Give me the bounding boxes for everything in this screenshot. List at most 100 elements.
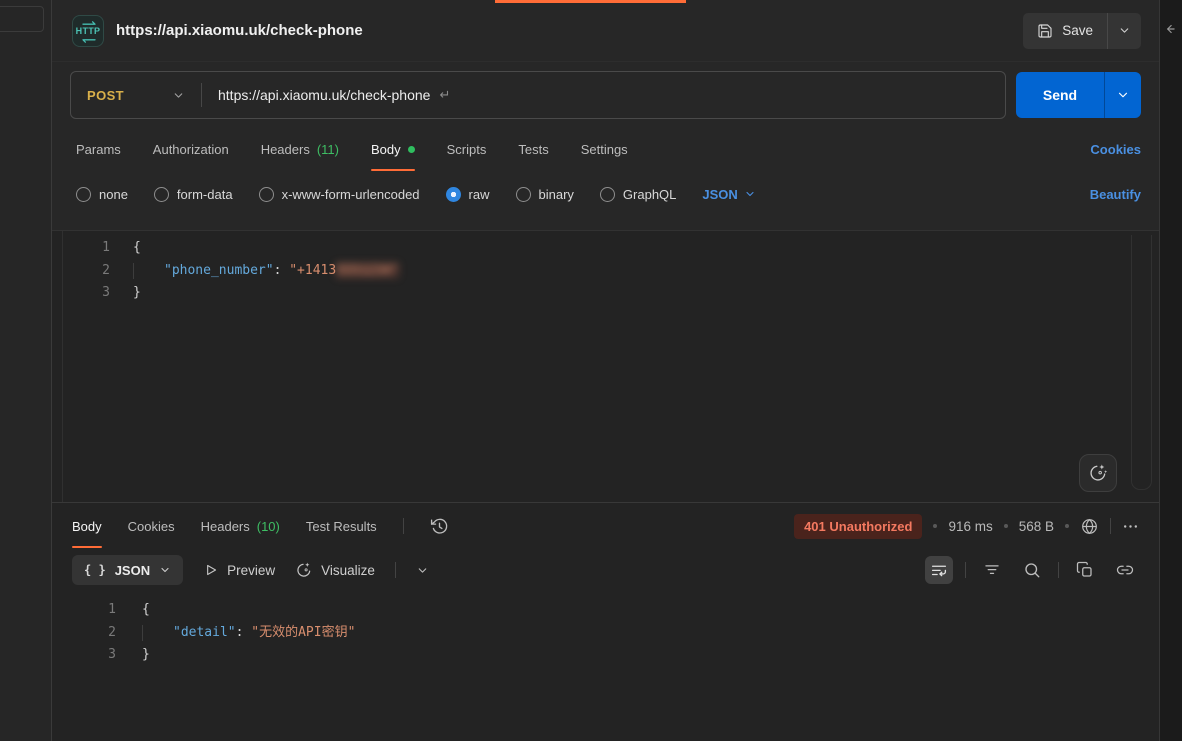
beautify-link[interactable]: Beautify [1090, 187, 1141, 202]
send-button[interactable]: Send [1016, 72, 1104, 118]
response-format-selector[interactable]: { } JSON [72, 555, 183, 585]
save-icon [1037, 23, 1053, 39]
radio-circle [154, 187, 169, 202]
line-number: 1 [52, 599, 116, 622]
play-outline-icon [203, 562, 219, 578]
postbot-sparkle-icon [1088, 463, 1108, 483]
url-box: POST https://api.xiaomu.uk/check-phone ↵ [70, 71, 1006, 119]
visualize-button[interactable]: Visualize [295, 561, 375, 579]
method-selector[interactable]: POST [71, 88, 201, 103]
copy-icon [1076, 561, 1094, 579]
chevron-down-icon [416, 564, 429, 577]
chevron-down-icon [1116, 88, 1130, 102]
response-toolbar: { } JSON Preview [52, 549, 1159, 591]
left-sidebar [0, 0, 52, 741]
copy-response-button[interactable] [1071, 556, 1099, 584]
response-size[interactable]: 568 B [1019, 519, 1054, 534]
line-number: 1 [52, 237, 110, 260]
divider [1110, 518, 1111, 534]
tab-label: Headers [201, 519, 250, 534]
response-tab-cookies[interactable]: Cookies [128, 503, 175, 549]
radio-circle [259, 187, 274, 202]
tab-headers[interactable]: Headers (11) [261, 126, 339, 172]
tab-scripts[interactable]: Scripts [447, 126, 487, 172]
save-options-button[interactable] [1107, 13, 1141, 49]
response-tab-headers[interactable]: Headers (10) [201, 503, 280, 549]
response-meta: 401 Unauthorized 916 ms 568 B [794, 514, 1139, 539]
share-link-button[interactable] [1111, 556, 1139, 584]
separator-dot [1004, 524, 1008, 528]
right-sidebar [1159, 0, 1182, 741]
status-badge[interactable]: 401 Unauthorized [794, 514, 922, 539]
chevron-down-icon [159, 564, 171, 576]
http-badge-label: HTTP [76, 26, 101, 36]
view-options-button[interactable] [416, 564, 429, 577]
collapse-panel-button[interactable] [1163, 22, 1177, 36]
request-title: https://api.xiaomu.uk/check-phone [116, 22, 363, 39]
response-more-options-button[interactable] [1122, 518, 1139, 535]
history-clock-icon [430, 517, 449, 536]
filter-button[interactable] [978, 556, 1006, 584]
line-number: 2 [52, 260, 110, 283]
postbot-button[interactable] [1079, 454, 1117, 492]
tab-label: Params [76, 142, 121, 157]
line-number: 3 [52, 282, 110, 305]
tab-tests[interactable]: Tests [518, 126, 548, 172]
request-header-bar: HTTP https://api.xiaomu.uk/check-phone S… [52, 0, 1159, 62]
code-text: "phone_number": "+14135551234" [133, 260, 399, 283]
response-history-button[interactable] [430, 517, 449, 536]
radio-circle [446, 187, 461, 202]
preview-button[interactable]: Preview [203, 562, 275, 578]
request-body-editor[interactable]: 1 { 2 "phone_number": "+14135551234" 3 } [52, 230, 1159, 502]
json-value-visible: "+1413 [289, 263, 336, 278]
app-window: HTTP https://api.xiaomu.uk/check-phone S… [0, 0, 1182, 741]
separator-dot [1065, 524, 1069, 528]
radio-raw[interactable]: raw [446, 187, 490, 202]
preview-label: Preview [227, 563, 275, 578]
radio-circle [516, 187, 531, 202]
divider [1058, 562, 1059, 578]
json-colon: : [274, 263, 290, 278]
tab-authorization[interactable]: Authorization [153, 126, 229, 172]
request-url-row: POST https://api.xiaomu.uk/check-phone ↵… [52, 62, 1159, 126]
search-button[interactable] [1018, 556, 1046, 584]
filter-icon [983, 561, 1001, 579]
tab-params[interactable]: Params [76, 126, 121, 172]
separator-dot [933, 524, 937, 528]
main-panel: HTTP https://api.xiaomu.uk/check-phone S… [52, 0, 1159, 741]
send-options-button[interactable] [1104, 72, 1141, 118]
body-type-row: none form-data x-www-form-urlencoded raw… [52, 172, 1159, 216]
response-tab-body[interactable]: Body [72, 503, 102, 549]
network-info-button[interactable] [1080, 517, 1099, 536]
sidebar-collapsed-item[interactable] [0, 6, 44, 32]
save-button[interactable]: Save [1023, 13, 1107, 49]
response-body-editor[interactable]: 1 { 2 "detail": "无效的API密钥" 3 } [52, 591, 1159, 741]
divider [965, 562, 966, 578]
radio-form-data[interactable]: form-data [154, 187, 233, 202]
radio-graphql[interactable]: GraphQL [600, 187, 676, 202]
response-time[interactable]: 916 ms [948, 519, 992, 534]
arrow-left-icon [1163, 22, 1177, 36]
radio-binary[interactable]: binary [516, 187, 574, 202]
braces-glyph: { } [84, 563, 106, 577]
wrap-text-button[interactable] [925, 556, 953, 584]
link-icon [1116, 561, 1134, 579]
url-text: https://api.xiaomu.uk/check-phone [218, 87, 430, 103]
radio-none[interactable]: none [76, 187, 128, 202]
tab-body[interactable]: Body [371, 126, 415, 172]
response-tab-test-results[interactable]: Test Results [306, 503, 377, 549]
tab-settings[interactable]: Settings [581, 126, 628, 172]
language-selector[interactable]: JSON [702, 187, 755, 202]
code-line: 1 { [52, 237, 1159, 260]
tab-label: Body [371, 142, 401, 157]
tab-label: Authorization [153, 142, 229, 157]
radio-label: raw [469, 187, 490, 202]
radio-label: binary [539, 187, 574, 202]
radio-label: form-data [177, 187, 233, 202]
radio-x-www-form-urlencoded[interactable]: x-www-form-urlencoded [259, 187, 420, 202]
return-key-glyph: ↵ [439, 87, 450, 103]
url-input[interactable]: https://api.xiaomu.uk/check-phone ↵ [202, 87, 1005, 103]
cookies-link[interactable]: Cookies [1090, 142, 1141, 157]
language-label: JSON [702, 187, 737, 202]
visualize-label: Visualize [321, 563, 375, 578]
